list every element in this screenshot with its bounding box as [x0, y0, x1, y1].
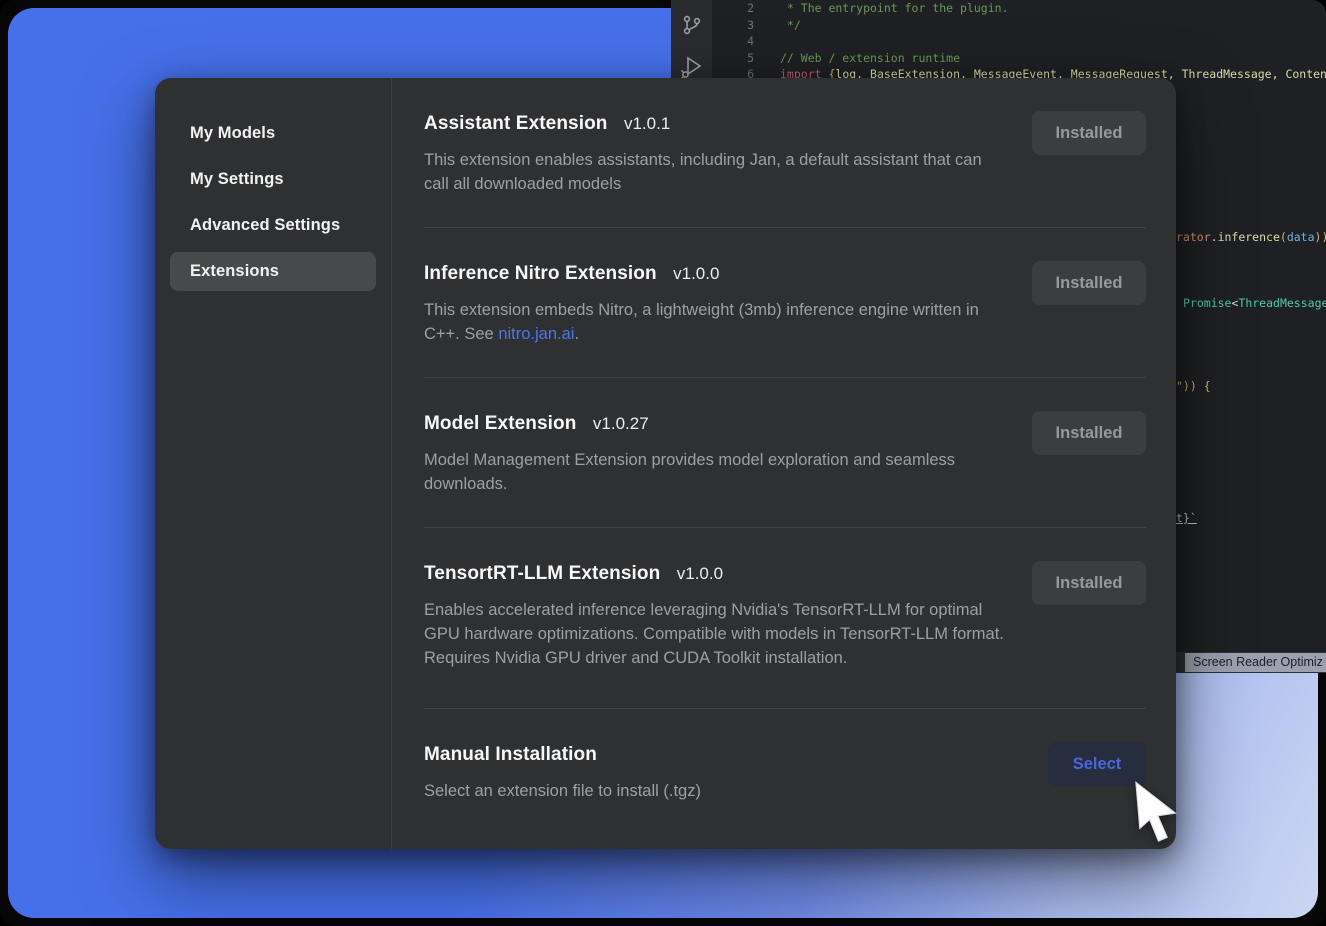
extension-row-tensorrt-llm: TensortRT-LLM Extension v1.0.0 Enables a… — [424, 528, 1146, 709]
extension-name: Manual Installation — [424, 744, 597, 765]
line-number: 3 — [712, 17, 780, 34]
code-line: 4 — [712, 33, 1326, 50]
run-debug-icon[interactable] — [679, 54, 705, 80]
settings-panel: My Models My Settings Advanced Settings … — [155, 78, 1176, 849]
installed-button[interactable]: Installed — [1032, 561, 1146, 605]
line-number: 4 — [712, 33, 780, 50]
code-text: // Web / extension runtime — [780, 50, 960, 67]
code-fragment: Promise<ThreadMessage> — [1183, 296, 1326, 310]
extension-row-inference-nitro: Inference Nitro Extension v1.0.0 This ex… — [424, 228, 1146, 378]
extension-description: This extension embeds Nitro, a lightweig… — [424, 298, 1009, 346]
extensions-list: Assistant Extension v1.0.1 This extensio… — [392, 78, 1176, 849]
installed-button[interactable]: Installed — [1032, 261, 1146, 305]
source-control-icon[interactable] — [679, 12, 705, 38]
line-number: 2 — [712, 0, 780, 17]
screen-reader-optimized-chip[interactable]: Screen Reader Optimiz — [1185, 653, 1326, 672]
extension-version: v1.0.27 — [593, 414, 649, 433]
code-line: 2 * The entrypoint for the plugin. — [712, 0, 1326, 17]
extension-version: v1.0.1 — [624, 114, 670, 133]
code-line: 3 */ — [712, 17, 1326, 34]
sidebar-item-extensions[interactable]: Extensions — [170, 252, 376, 291]
code-text: */ — [780, 17, 801, 34]
code-fragment: ")) { — [1176, 379, 1211, 393]
code-fragment: rator.inference(data)); — [1176, 230, 1326, 244]
extension-description: Model Management Extension provides mode… — [424, 448, 1009, 496]
screenshot-canvas: 2 * The entrypoint for the plugin. 3 */ … — [0, 0, 1326, 926]
settings-sidebar: My Models My Settings Advanced Settings … — [155, 78, 392, 849]
extension-name: Model Extension — [424, 413, 576, 434]
extension-version: v1.0.0 — [673, 264, 719, 283]
sidebar-item-advanced-settings[interactable]: Advanced Settings — [170, 206, 376, 245]
extension-description: Enables accelerated inference leveraging… — [424, 598, 1009, 670]
nitro-jan-ai-link[interactable]: nitro.jan.ai — [498, 325, 574, 343]
line-number: 5 — [712, 50, 780, 67]
extension-name: TensortRT-LLM Extension — [424, 563, 660, 584]
sidebar-item-my-models[interactable]: My Models — [170, 114, 376, 153]
extension-row-assistant: Assistant Extension v1.0.1 This extensio… — [424, 78, 1146, 228]
extension-row-model: Model Extension v1.0.27 Model Management… — [424, 378, 1146, 528]
extension-row-manual-installation: Manual Installation Select an extension … — [424, 709, 1146, 834]
extension-version: v1.0.0 — [677, 564, 723, 583]
extension-description: Select an extension file to install (.tg… — [424, 779, 701, 803]
extension-name: Assistant Extension — [424, 113, 608, 134]
code-fragment: t}` — [1176, 511, 1197, 525]
code-line: 5// Web / extension runtime — [712, 50, 1326, 67]
extension-name: Inference Nitro Extension — [424, 263, 657, 284]
installed-button[interactable]: Installed — [1032, 411, 1146, 455]
mouse-cursor-icon — [1130, 779, 1188, 845]
code-text: * The entrypoint for the plugin. — [780, 0, 1008, 17]
installed-button[interactable]: Installed — [1032, 111, 1146, 155]
extension-description: This extension enables assistants, inclu… — [424, 148, 1009, 196]
sidebar-item-my-settings[interactable]: My Settings — [170, 160, 376, 199]
